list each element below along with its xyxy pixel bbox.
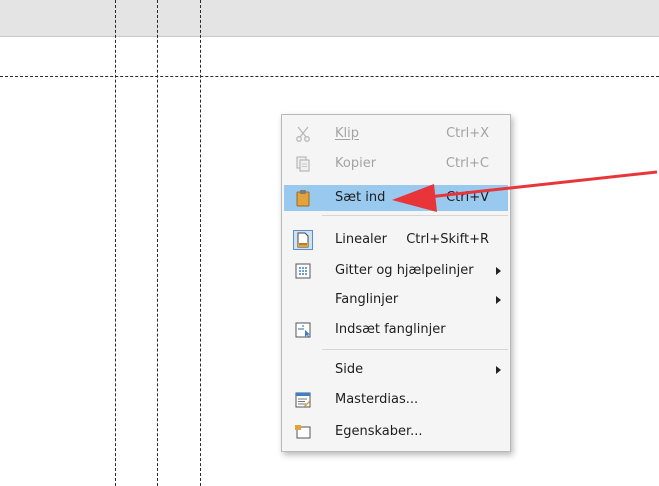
annotation-arrow-icon: [392, 170, 658, 212]
